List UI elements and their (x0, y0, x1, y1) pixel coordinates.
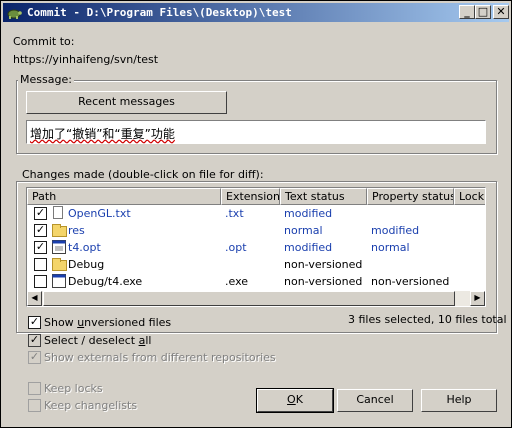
table-row[interactable]: ✓ OpenGL.txt .txt modified (27, 205, 485, 222)
keep-changelists-checkbox (28, 399, 41, 412)
row-extension: .opt (225, 241, 247, 254)
row-checkbox[interactable] (34, 275, 47, 288)
keep-changelists-label: Keep changelists (44, 399, 138, 412)
row-path: Debug/t4.exe (68, 275, 143, 288)
row-extension: .txt (225, 207, 244, 220)
changes-list[interactable]: Path Extension Text status Property stat… (26, 187, 486, 307)
column-header-property-status[interactable]: Property status (367, 188, 454, 205)
row-checkbox[interactable]: ✓ (34, 207, 47, 220)
changes-group-label: Changes made (double-click on file for d… (20, 168, 266, 181)
row-path: res (68, 224, 85, 237)
commit-dialog: Commit - D:\Program Files\(Desktop)\test… (0, 0, 512, 428)
selection-summary: 3 files selected, 10 files total (348, 313, 507, 326)
row-checkbox[interactable]: ✓ (34, 224, 47, 237)
commit-url: https://yinhaifeng/svn/test (13, 53, 159, 66)
minimize-button[interactable]: _ (459, 5, 475, 19)
row-property-status: non-versioned (371, 275, 450, 288)
message-input[interactable]: 增加了“撤销”和“重复”功能 (26, 120, 486, 144)
window-title: Commit - D:\Program Files\(Desktop)\test (27, 6, 292, 19)
maximize-button[interactable]: □ (475, 5, 491, 19)
horizontal-scrollbar[interactable]: ◀ ▶ (27, 291, 485, 306)
folder-icon (52, 258, 67, 271)
cancel-button[interactable]: Cancel (337, 389, 413, 412)
show-externals-checkbox: ✓ (28, 350, 41, 364)
scroll-left-icon[interactable]: ◀ (27, 291, 42, 306)
row-checkbox[interactable] (34, 258, 47, 271)
scroll-right-icon[interactable]: ▶ (470, 291, 485, 306)
show-unversioned-checkbox[interactable]: ✓ (28, 316, 41, 329)
table-row[interactable]: ✓ res normal modified (27, 222, 485, 239)
message-group-label: Message: (18, 73, 74, 86)
row-property-status: normal (371, 241, 410, 254)
column-header-path[interactable]: Path (27, 188, 221, 205)
show-externals-label: Show externals from different repositori… (44, 351, 276, 364)
recent-messages-button[interactable]: Recent messages (26, 91, 227, 114)
row-text-status: modified (284, 241, 333, 254)
message-text: 增加了“撤销”和“重复”功能 (30, 127, 175, 141)
row-text-status: modified (284, 207, 333, 220)
close-button[interactable]: ✕ (493, 5, 509, 19)
row-text-status: non-versioned (284, 258, 363, 271)
scroll-thumb[interactable] (43, 291, 455, 306)
column-header-lock[interactable]: Lock (454, 188, 485, 205)
keep-locks-label: Keep locks (44, 382, 103, 395)
row-extension: .exe (225, 275, 249, 288)
select-all-checkbox[interactable]: ✓ (28, 334, 41, 347)
title-bar[interactable]: Commit - D:\Program Files\(Desktop)\test… (3, 3, 509, 22)
row-property-status: modified (371, 224, 420, 237)
help-button[interactable]: Help (421, 389, 497, 412)
keep-locks-checkbox (28, 382, 41, 395)
select-all-label[interactable]: Select / deselect all (44, 334, 151, 347)
folder-icon (52, 224, 67, 237)
show-unversioned-label[interactable]: Show unversioned files (44, 316, 171, 329)
row-text-status: normal (284, 224, 323, 237)
ok-button[interactable]: OK (256, 388, 334, 413)
recent-messages-label: Recent messages (78, 95, 175, 108)
table-row[interactable]: Debug/t4.exe .exe non-versioned non-vers… (27, 273, 485, 290)
exe-icon (52, 240, 66, 254)
commit-to-label: Commit to: (13, 35, 75, 48)
table-row[interactable]: Debug non-versioned (27, 256, 485, 273)
exe-icon (52, 274, 66, 288)
row-path: Debug (68, 258, 105, 271)
tortoise-icon (7, 9, 22, 19)
row-path: t4.opt (68, 241, 101, 254)
column-header-extension[interactable]: Extension (221, 188, 280, 205)
row-path: OpenGL.txt (68, 207, 131, 220)
row-checkbox[interactable]: ✓ (34, 241, 47, 254)
column-header-text-status[interactable]: Text status (280, 188, 367, 205)
table-row[interactable]: ✓ t4.opt .opt modified normal (27, 239, 485, 256)
file-icon (53, 206, 63, 219)
row-text-status: non-versioned (284, 275, 363, 288)
